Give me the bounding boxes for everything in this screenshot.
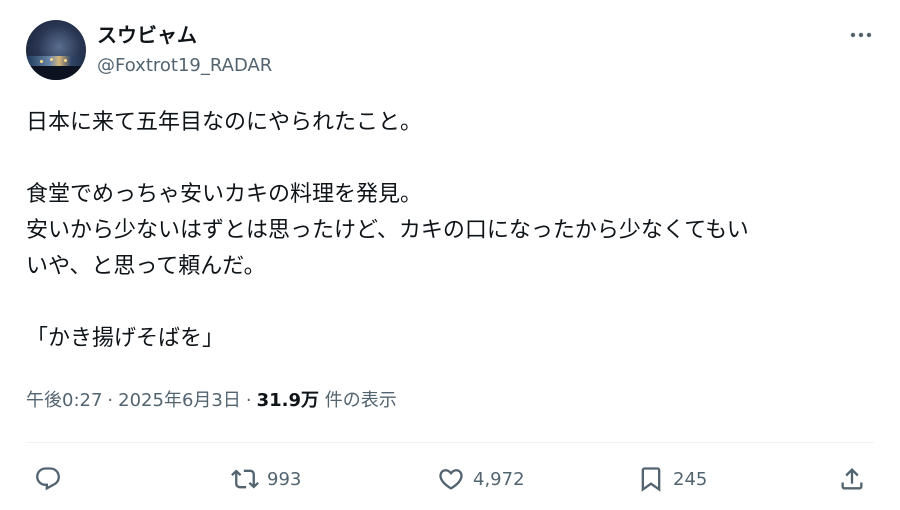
retweet-arrows-icon [231,469,259,489]
avatar-light [40,60,43,63]
retweet-button[interactable]: 993 [231,459,301,499]
author-handle[interactable]: @Foxtrot19_RADAR [97,54,272,78]
like-count: 4,972 [473,468,525,490]
tweet-text: 日本に来て五年目なのにやられたこと。 食堂でめっちゃ安いカキの料理を発見。 安い… [26,105,874,357]
action-bar: 993 4,972 245 [24,459,876,499]
heart-icon [439,469,463,490]
avatar-light [50,58,53,61]
avatar-ground [26,66,86,80]
avatar[interactable] [26,20,86,80]
like-button[interactable]: 4,972 [437,459,525,499]
share-button[interactable] [838,459,866,499]
bookmark-button[interactable]: 245 [637,459,707,499]
more-button[interactable] [846,22,876,48]
author-display-name[interactable]: スウビャム [97,22,197,48]
bookmark-count: 245 [673,468,708,490]
avatar-light [64,59,67,62]
tweet-line: 「かき揚げそばを」 [26,326,225,351]
tweet-line: 食堂でめっちゃ安いカキの料理を発見。 [26,182,423,207]
share-upload-icon [841,468,863,490]
tweet-line: いや、と思って頼んだ。 [26,254,266,279]
divider [26,442,874,443]
tweet-line: 安いから少ないはずとは思ったけど、カキの口になったから少なくてもい [26,218,749,243]
tweet-header: スウビャム @Foxtrot19_RADAR [26,20,876,84]
meta-separator: · [107,390,114,411]
retweet-count: 993 [267,468,302,490]
meta-separator: · [245,390,252,411]
reply-button[interactable] [34,459,70,499]
tweet-date[interactable]: 2025年6月3日 [118,390,241,411]
views-label: 件の表示 [319,390,397,411]
tweet-time[interactable]: 午後0:27 [26,390,102,411]
more-dots-icon [850,32,872,38]
tweet-line: 日本に来て五年目なのにやられたこと。 [26,110,423,135]
reply-bubble-icon [36,467,60,491]
bookmark-icon [641,467,661,492]
views-count[interactable]: 31.9万 [257,390,319,411]
tweet-meta: 午後0:27 · 2025年6月3日 · 31.9万 件の表示 [26,387,397,415]
avatar-horizon [26,56,86,66]
